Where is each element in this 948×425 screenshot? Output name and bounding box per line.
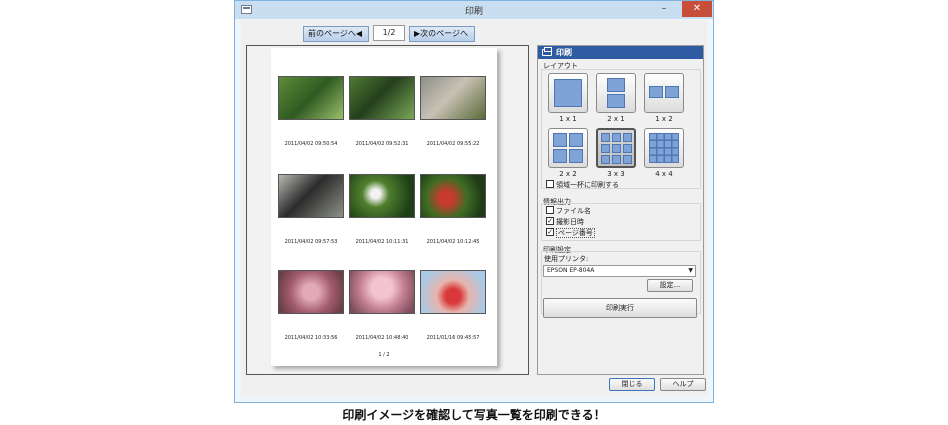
shooting-date-checkbox[interactable]: ✓ — [546, 217, 554, 225]
filename-option[interactable]: ファイル名 — [546, 206, 591, 216]
photo-timestamp: 2011/04/02 09:55:22 — [426, 141, 480, 147]
photo-thumbnail — [278, 76, 344, 120]
layout-2x1-label: 2 x 1 — [607, 115, 625, 123]
photo-timestamp: 2011/01/16 09:45:57 — [426, 335, 480, 341]
photo-cell: 2011/04/02 09:57:53 — [278, 174, 344, 245]
printer-icon — [542, 47, 552, 56]
next-page-button[interactable]: ▶次のページへ — [409, 26, 475, 42]
preview-page-number: 1 / 2 — [378, 352, 390, 358]
minimize-button[interactable]: – — [653, 1, 675, 17]
page-number-checkbox[interactable]: ✓ — [546, 228, 554, 236]
layout-2x2-label: 2 x 2 — [559, 170, 577, 178]
window-title: 印刷 — [464, 7, 483, 17]
chevron-down-icon: ▼ — [688, 267, 693, 274]
prev-page-button[interactable]: 前のページへ◀ — [303, 26, 369, 42]
photo-timestamp: 2011/04/02 10:11:31 — [355, 239, 409, 245]
photo-cell: 2011/04/02 10:12:45 — [420, 174, 486, 245]
dialog-body: 前のページへ◀ 1/2 ▶次のページへ 2011/04/02 09:50:54 … — [241, 20, 707, 397]
photo-cell: 2011/04/02 09:52:31 — [349, 76, 415, 147]
layout-1x1-button[interactable] — [548, 73, 588, 113]
page-number-option[interactable]: ✓ ページ番号 — [546, 228, 595, 238]
photo-cell: 2011/04/02 10:33:56 — [278, 270, 344, 341]
photo-timestamp: 2011/04/02 09:50:54 — [284, 141, 338, 147]
photo-thumbnail — [278, 270, 344, 314]
layout-1x2-button[interactable] — [644, 73, 684, 113]
filename-checkbox[interactable] — [546, 206, 554, 214]
photo-cell: 2011/04/02 10:11:31 — [349, 174, 415, 245]
preview-page: 2011/04/02 09:50:54 2011/04/02 09:52:31 … — [271, 48, 497, 366]
printer-settings-button[interactable]: 設定... — [647, 279, 693, 292]
layout-2x1-button[interactable] — [596, 73, 636, 113]
shooting-date-option[interactable]: ✓ 撮影日時 — [546, 217, 584, 227]
layout-1x1-label: 1 x 1 — [559, 115, 577, 123]
printer-label: 使用プリンタ: — [544, 255, 589, 263]
title-bar: 印刷 – ✕ — [235, 1, 713, 19]
photo-timestamp: 2011/04/02 10:33:56 — [284, 335, 338, 341]
print-settings-panel: 印刷 レイアウト 1 x 1 2 x 1 1 x 2 2 x 2 3 x 3 4… — [537, 45, 704, 375]
photo-thumbnail — [349, 270, 415, 314]
close-button[interactable]: 閉じる — [609, 378, 655, 391]
photo-cell: 2011/01/16 09:45:57 — [420, 270, 486, 341]
photo-timestamp: 2011/04/02 09:57:53 — [284, 239, 338, 245]
print-preview: 2011/04/02 09:50:54 2011/04/02 09:52:31 … — [246, 45, 529, 375]
filename-label: ファイル名 — [556, 207, 591, 215]
fill-area-option[interactable]: 領域一杯に印刷する — [546, 180, 619, 190]
fill-area-checkbox[interactable] — [546, 180, 554, 188]
photo-cell: 2011/04/02 09:50:54 — [278, 76, 344, 147]
print-dialog: 印刷 – ✕ 前のページへ◀ 1/2 ▶次のページへ 2011/04/02 09… — [234, 0, 714, 403]
layout-4x4-button[interactable] — [644, 128, 684, 168]
page-number-field[interactable]: 1/2 — [373, 25, 405, 41]
photo-thumbnail — [349, 174, 415, 218]
layout-1x2-label: 1 x 2 — [655, 115, 673, 123]
photo-cell: 2011/04/02 10:48:40 — [349, 270, 415, 341]
photo-thumbnail — [420, 76, 486, 120]
photo-cell: 2011/04/02 09:55:22 — [420, 76, 486, 147]
layout-4x4-label: 4 x 4 — [655, 170, 673, 178]
photo-thumbnail — [278, 174, 344, 218]
page-number-label: ページ番号 — [556, 228, 595, 238]
execute-print-button[interactable]: 印刷実行 — [543, 298, 697, 318]
fill-area-label: 領域一杯に印刷する — [556, 181, 619, 189]
photo-thumbnail — [420, 270, 486, 314]
layout-2x2-button[interactable] — [548, 128, 588, 168]
shooting-date-label: 撮影日時 — [556, 218, 584, 226]
photo-thumbnail — [420, 174, 486, 218]
photo-timestamp: 2011/04/02 10:12:45 — [426, 239, 480, 245]
panel-header: 印刷 — [538, 46, 703, 59]
photo-thumbnail — [349, 76, 415, 120]
panel-header-label: 印刷 — [556, 48, 572, 57]
photo-timestamp: 2011/04/02 09:52:31 — [355, 141, 409, 147]
close-window-button[interactable]: ✕ — [682, 1, 712, 17]
photo-timestamp: 2011/04/02 10:48:40 — [355, 335, 409, 341]
printer-select[interactable]: EPSON EP-804A ▼ — [543, 265, 696, 277]
caption: 印刷イメージを確認して写真一覧を印刷できる！ — [342, 408, 606, 422]
printer-select-value: EPSON EP-804A — [547, 267, 595, 274]
layout-3x3-button[interactable] — [596, 128, 636, 168]
help-button[interactable]: ヘルプ — [660, 378, 706, 391]
layout-3x3-label: 3 x 3 — [607, 170, 625, 178]
